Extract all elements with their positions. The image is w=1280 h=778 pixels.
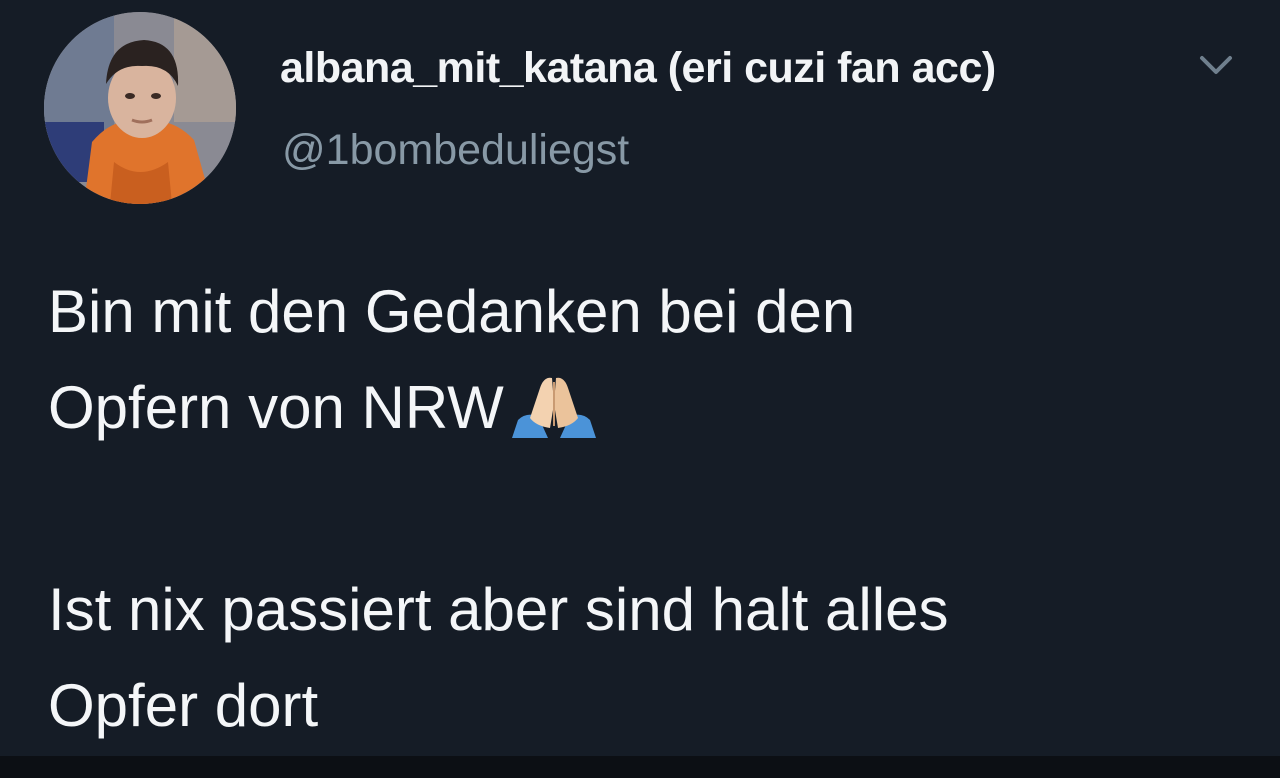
tweet-card: albana_mit_katana (eri cuzi fan acc) @1b… (0, 0, 1280, 756)
display-name[interactable]: albana_mit_katana (eri cuzi fan acc) (280, 44, 996, 93)
bottom-bar (0, 756, 1280, 778)
tweet-text-line-4: Opfer dort (48, 672, 319, 739)
chevron-down-icon[interactable] (1196, 52, 1236, 80)
folded-hands-emoji-icon (508, 370, 600, 466)
tweet-text-line-2-words: Opfern von NRW (48, 374, 504, 441)
avatar-photo (44, 12, 236, 204)
tweet-text-line-3: Ist nix passiert aber sind halt alles (48, 576, 949, 643)
tweet-text: Bin mit den Gedanken bei den Opfern von … (48, 264, 1248, 754)
tweet-text-line-2: Opfern von NRW (48, 360, 1248, 466)
user-handle[interactable]: @1bombeduliegst (282, 126, 629, 175)
avatar[interactable] (44, 12, 236, 204)
tweet-text-line-1: Bin mit den Gedanken bei den (48, 278, 856, 345)
